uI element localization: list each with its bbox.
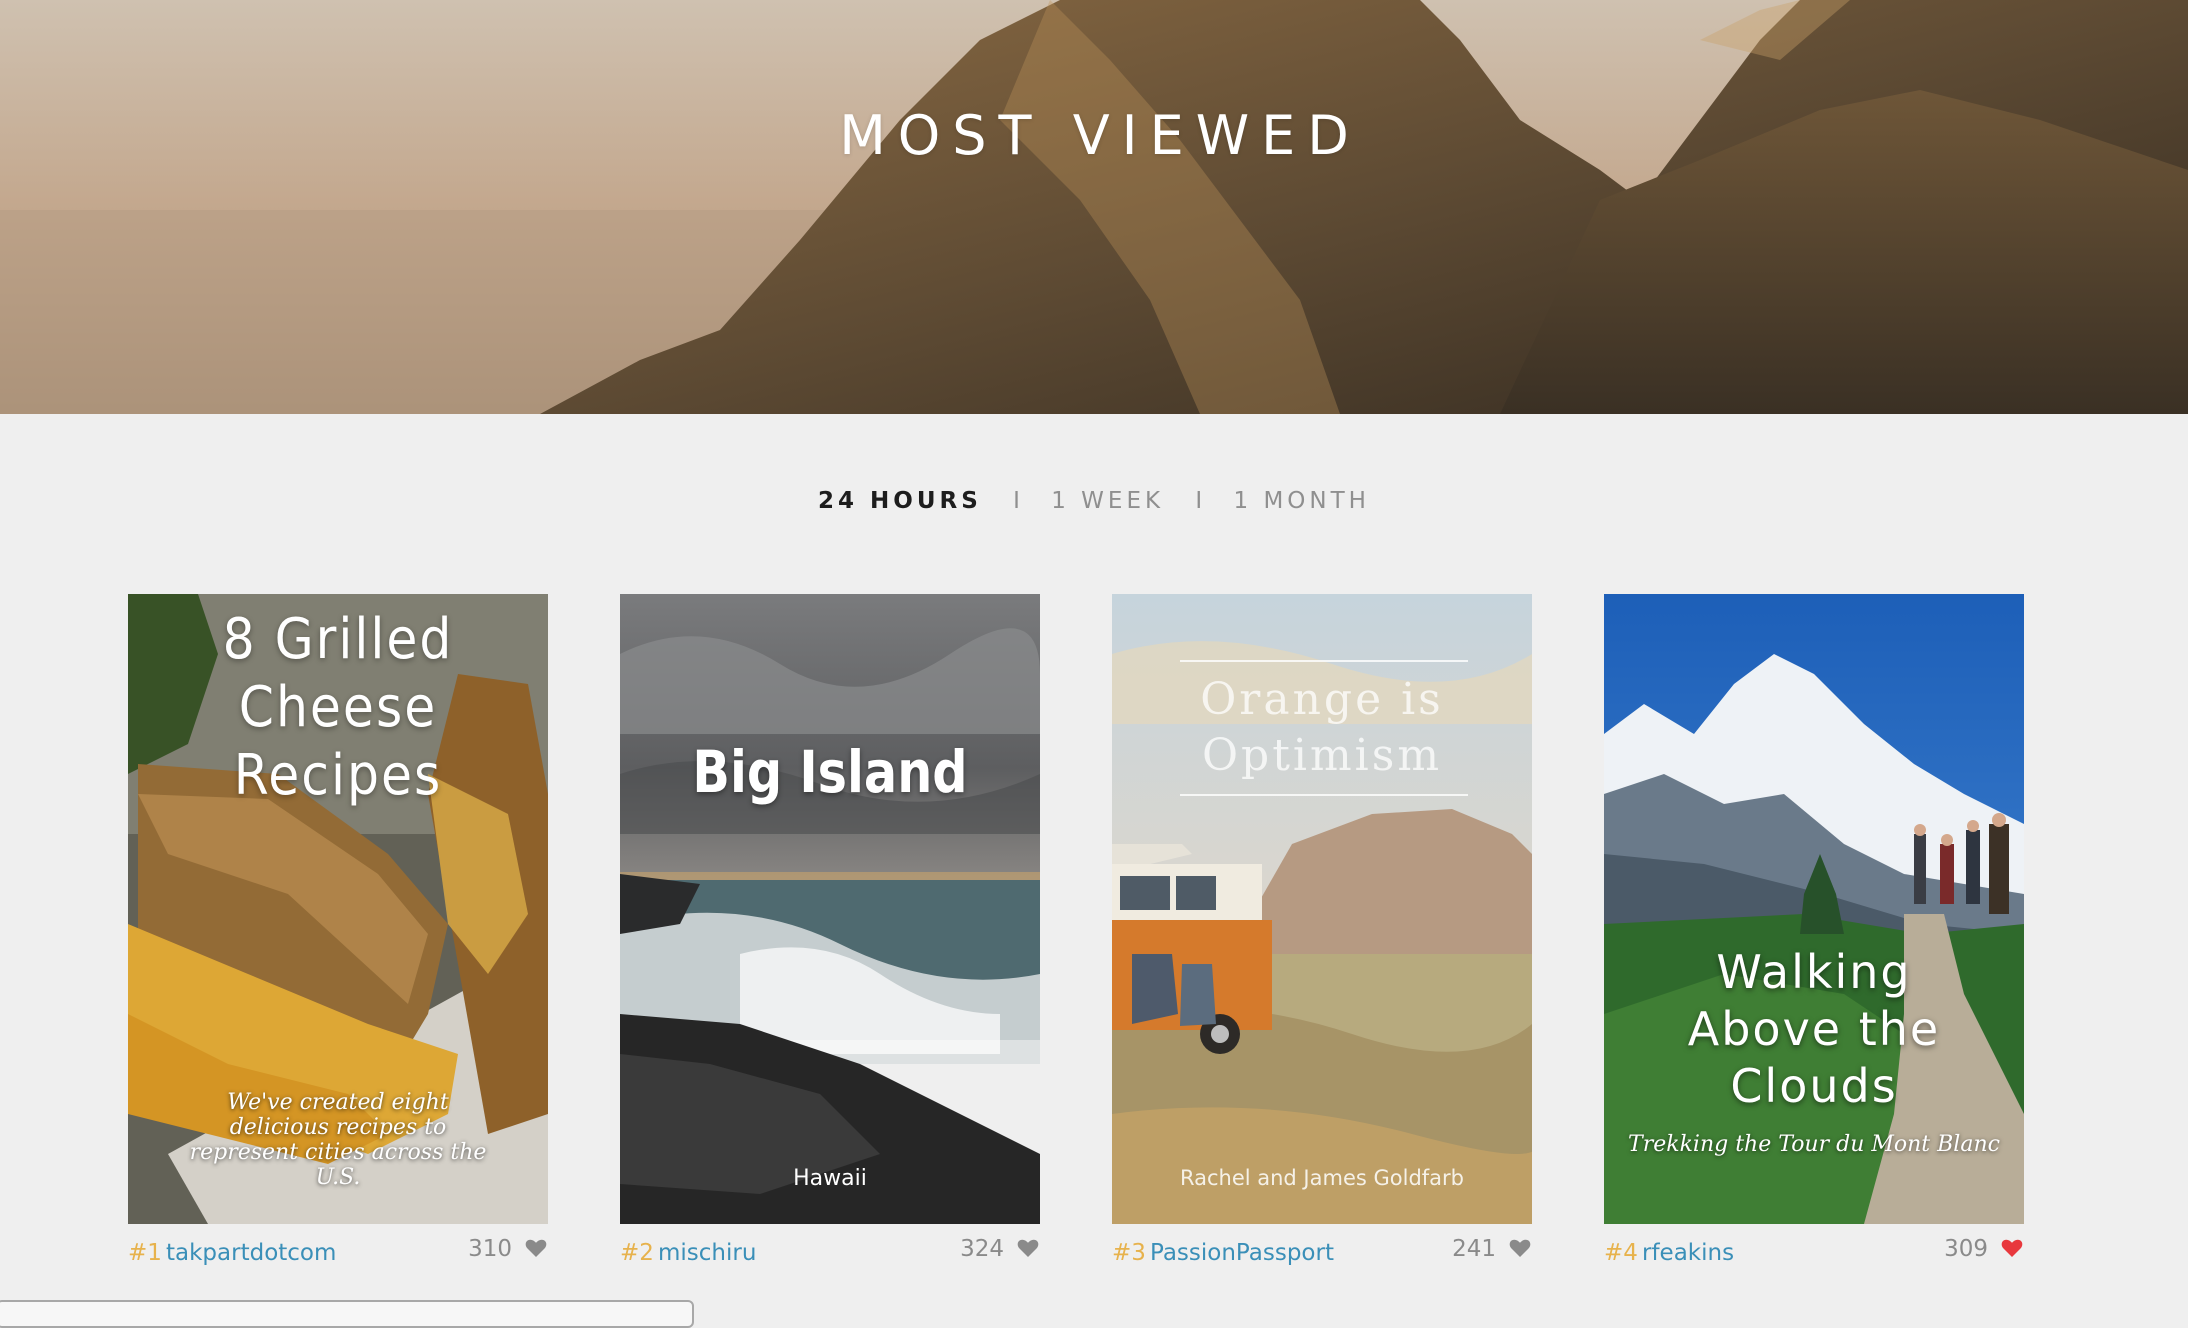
heart-icon[interactable] <box>1508 1236 1532 1260</box>
tab-24-hours[interactable]: 24 HOURS <box>818 488 982 514</box>
author-link[interactable]: PassionPassport <box>1150 1240 1334 1266</box>
status-bar <box>0 1300 694 1328</box>
cover-author: Rachel and James Goldfarb <box>1179 1166 1465 1190</box>
heart-icon[interactable] <box>2000 1236 2024 1260</box>
time-range-tabs: 24 HOURS I 1 WEEK I 1 MONTH <box>0 488 2188 514</box>
story-card: 8 Grilled Cheese Recipes We've created e… <box>128 594 548 1272</box>
like-count: 324 <box>960 1236 1004 1262</box>
story-card: Orange is Optimism Rachel and James Gold… <box>1112 594 1532 1272</box>
title-rule-top <box>1180 660 1468 662</box>
story-meta: #3 PassionPassport 241 <box>1112 1232 1532 1272</box>
story-card: Walking Above the Clouds Trekking the To… <box>1604 594 2024 1272</box>
story-cover[interactable]: Big Island Hawaii <box>620 594 1040 1224</box>
story-meta: #1 takpartdotcom 310 <box>128 1232 548 1272</box>
rank-label: #3 <box>1112 1240 1146 1266</box>
cover-author: Hawaii <box>793 1166 867 1191</box>
story-cover[interactable]: Orange is Optimism Rachel and James Gold… <box>1112 594 1532 1224</box>
tab-separator: I <box>1013 488 1020 514</box>
author-link[interactable]: mischiru <box>658 1240 756 1266</box>
cover-title: Orange is Optimism <box>1200 674 1444 781</box>
page-title: MOST VIEWED <box>839 104 1361 167</box>
hero-banner: MOST VIEWED <box>0 0 2188 414</box>
tab-separator: I <box>1195 488 1203 514</box>
tab-1-month[interactable]: 1 MONTH <box>1234 488 1370 514</box>
story-cover[interactable]: 8 Grilled Cheese Recipes We've created e… <box>128 594 548 1224</box>
author-link[interactable]: takpartdotcom <box>166 1240 336 1266</box>
story-card: Big Island Hawaii #2 mischiru 324 <box>620 594 1040 1272</box>
rank-label: #4 <box>1604 1240 1638 1266</box>
rank-label: #1 <box>128 1240 162 1266</box>
cover-title: Big Island <box>692 738 968 806</box>
title-rule-bottom <box>1180 794 1468 796</box>
cover-title: 8 Grilled Cheese Recipes <box>222 607 454 808</box>
heart-icon[interactable] <box>1016 1236 1040 1260</box>
like-count: 310 <box>468 1236 512 1262</box>
story-meta: #2 mischiru 324 <box>620 1232 1040 1272</box>
mont-blanc-image <box>1604 594 2024 1224</box>
rank-label: #2 <box>620 1240 654 1266</box>
hero-mountain-image <box>0 0 2188 414</box>
cover-title: Walking Above the Clouds <box>1687 945 1941 1113</box>
like-count: 241 <box>1452 1236 1496 1262</box>
heart-icon[interactable] <box>524 1236 548 1260</box>
cover-subtitle: Trekking the Tour du Mont Blanc <box>1628 1132 2000 1157</box>
cover-subtitle: We've created eight delicious recipes to… <box>189 1090 487 1190</box>
like-count: 309 <box>1944 1236 1988 1262</box>
story-meta: #4 rfeakins 309 <box>1604 1232 2024 1272</box>
author-link[interactable]: rfeakins <box>1642 1240 1734 1266</box>
story-cover[interactable]: Walking Above the Clouds Trekking the To… <box>1604 594 2024 1224</box>
big-island-image <box>620 594 1040 1224</box>
tab-1-week[interactable]: 1 WEEK <box>1051 488 1164 514</box>
